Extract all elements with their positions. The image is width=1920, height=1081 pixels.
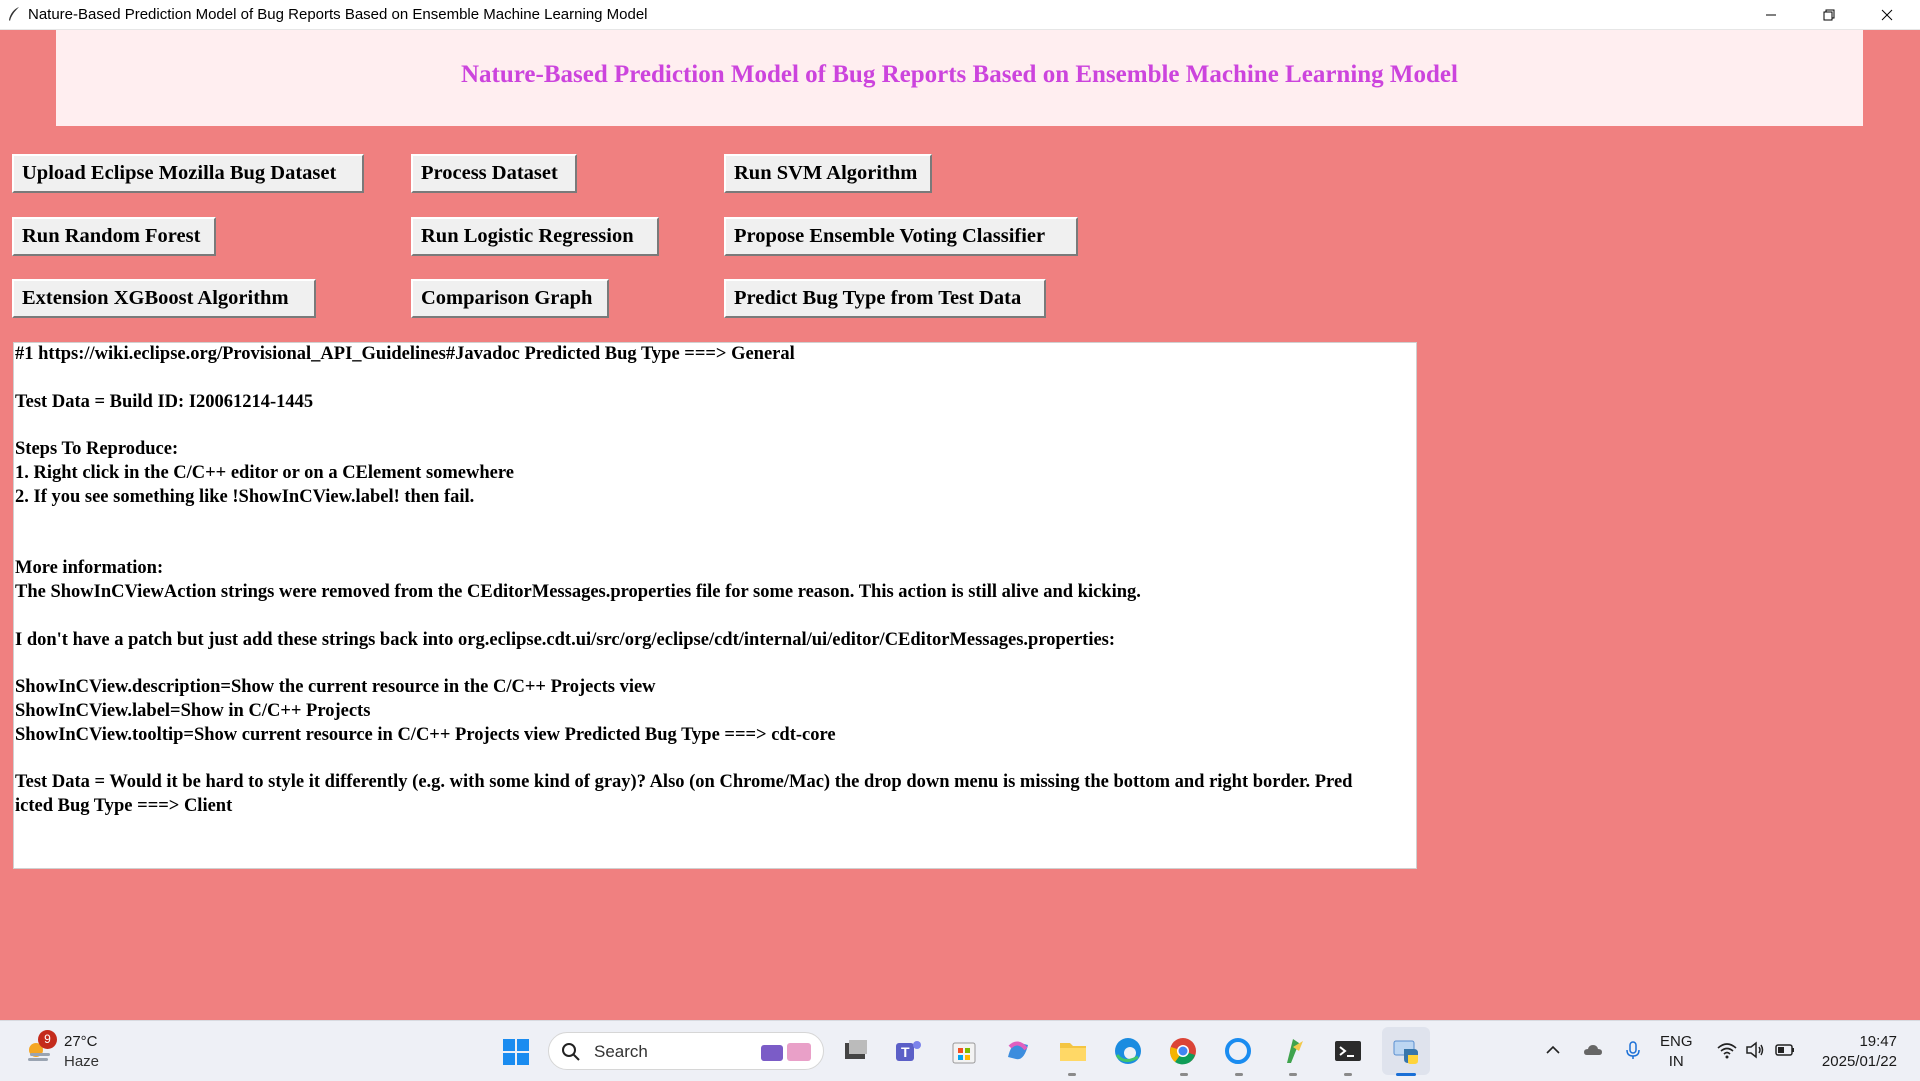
xgboost-button[interactable]: Extension XGBoost Algorithm	[12, 279, 316, 318]
python-app-button[interactable]	[1390, 1035, 1422, 1067]
output-line: ShowInCView.description=Show the current…	[15, 677, 656, 698]
running-indicator	[1344, 1073, 1352, 1076]
run-logistic-regression-button[interactable]: Run Logistic Regression	[411, 217, 659, 256]
teams-icon: T	[896, 1041, 921, 1061]
output-line: #1 https://wiki.eclipse.org/Provisional_…	[15, 344, 795, 364]
run-random-forest-button[interactable]: Run Random Forest	[12, 217, 216, 256]
windows-logo-icon	[503, 1039, 529, 1065]
cloud-icon	[1584, 1045, 1602, 1055]
restore-icon	[1823, 9, 1835, 20]
output-textarea[interactable]: #1 https://wiki.eclipse.org/Provisional_…	[13, 342, 1417, 869]
language-code: ENG	[1660, 1033, 1693, 1050]
output-line: The ShowInCViewAction strings were remov…	[15, 581, 1141, 602]
clock-time: 19:47	[1859, 1033, 1897, 1050]
clock[interactable]: 19:47 2025/01/22	[1812, 1032, 1897, 1072]
chrome-button[interactable]	[1167, 1035, 1199, 1067]
start-button[interactable]	[502, 1038, 530, 1066]
terminal-button[interactable]	[1332, 1035, 1364, 1067]
python-idle-icon	[1287, 1039, 1303, 1063]
search-icon	[562, 1043, 580, 1061]
output-line: Test Data = Would it be hard to style it…	[15, 772, 1353, 793]
window-titlebar: Nature-Based Prediction Model of Bug Rep…	[0, 0, 1920, 30]
battery-icon	[1775, 1044, 1794, 1056]
svg-text:T: T	[901, 1044, 910, 1060]
clock-date: 2025/01/22	[1821, 1053, 1897, 1070]
language-indicator[interactable]: ENG IN	[1660, 1032, 1693, 1072]
battery-button[interactable]	[1774, 1039, 1796, 1063]
active-indicator	[1396, 1073, 1416, 1076]
cortana-button[interactable]	[1222, 1035, 1254, 1067]
running-indicator	[1068, 1073, 1076, 1076]
output-line: I don't have a patch but just add these …	[15, 629, 1116, 650]
edge-button[interactable]	[1112, 1035, 1144, 1067]
microphone-icon	[1626, 1041, 1640, 1059]
chevron-up-icon	[1546, 1045, 1560, 1054]
copilot-button[interactable]	[1002, 1035, 1034, 1067]
microphone-button[interactable]	[1622, 1039, 1644, 1063]
weather-condition: Haze	[64, 1053, 100, 1070]
search-highlight-icon	[761, 1043, 811, 1061]
window-title: Nature-Based Prediction Model of Bug Rep…	[28, 6, 648, 23]
search-label: Search	[594, 1042, 648, 1061]
feather-icon	[6, 6, 22, 22]
ensemble-voting-button[interactable]: Propose Ensemble Voting Classifier	[724, 217, 1078, 256]
python-idle-button[interactable]	[1277, 1035, 1309, 1067]
run-svm-button[interactable]: Run SVM Algorithm	[724, 154, 932, 193]
store-button[interactable]	[948, 1035, 980, 1067]
output-line: Steps To Reproduce:	[15, 439, 179, 460]
running-indicator	[1180, 1073, 1188, 1076]
minimize-icon	[1766, 14, 1776, 15]
task-view-button[interactable]	[840, 1035, 872, 1067]
upload-dataset-button[interactable]: Upload Eclipse Mozilla Bug Dataset	[12, 154, 364, 193]
chrome-icon	[1170, 1038, 1196, 1065]
minimize-button[interactable]	[1742, 0, 1800, 29]
restore-button[interactable]	[1800, 0, 1858, 29]
file-explorer-button[interactable]	[1057, 1035, 1089, 1067]
volume-button[interactable]	[1744, 1039, 1766, 1063]
weather-widget[interactable]: 9 27°C Haze	[24, 1030, 144, 1072]
predict-bug-type-button[interactable]: Predict Bug Type from Test Data	[724, 279, 1046, 318]
onedrive-button[interactable]	[1582, 1039, 1604, 1063]
task-view-icon	[845, 1040, 867, 1059]
edge-icon	[1115, 1038, 1141, 1064]
cortana-icon	[1225, 1038, 1251, 1064]
python-app-icon	[1393, 1040, 1418, 1064]
close-icon	[1881, 9, 1893, 20]
output-line: ShowInCView.tooltip=Show current resourc…	[15, 724, 836, 745]
running-indicator	[1235, 1073, 1243, 1076]
taskbar-search[interactable]: Search	[548, 1032, 824, 1070]
teams-button[interactable]: T	[892, 1035, 924, 1067]
process-dataset-button[interactable]: Process Dataset	[411, 154, 577, 193]
page-title: Nature-Based Prediction Model of Bug Rep…	[461, 61, 1458, 88]
region-code: IN	[1668, 1053, 1684, 1070]
weather-temperature: 27°C	[64, 1033, 98, 1050]
copilot-icon	[1008, 1041, 1028, 1060]
terminal-icon	[1335, 1041, 1361, 1061]
output-line: ShowInCView.label=Show in C/C++ Projects	[15, 700, 371, 721]
output-line: 2. If you see something like !ShowInCVie…	[15, 486, 475, 507]
output-line: Test Data = Build ID: I20061214-1445	[15, 391, 314, 412]
wifi-button[interactable]	[1716, 1039, 1738, 1063]
speaker-icon	[1746, 1041, 1764, 1059]
output-line: 1. Right click in the C/C++ editor or on…	[15, 462, 514, 483]
store-icon	[952, 1042, 976, 1064]
weather-badge: 9	[38, 1030, 57, 1049]
output-line: icted Bug Type ===> Client	[15, 796, 233, 817]
show-hidden-icons-button[interactable]	[1542, 1039, 1564, 1063]
folder-icon	[1060, 1043, 1086, 1061]
wifi-icon	[1717, 1043, 1737, 1059]
close-button[interactable]	[1858, 0, 1916, 29]
output-line: More information:	[15, 558, 164, 579]
taskbar: 9 27°C Haze Search T ENG IN 19:47 2025/0…	[0, 1020, 1920, 1081]
header-panel: Nature-Based Prediction Model of Bug Rep…	[56, 30, 1863, 126]
comparison-graph-button[interactable]: Comparison Graph	[411, 279, 609, 318]
running-indicator	[1289, 1073, 1297, 1076]
